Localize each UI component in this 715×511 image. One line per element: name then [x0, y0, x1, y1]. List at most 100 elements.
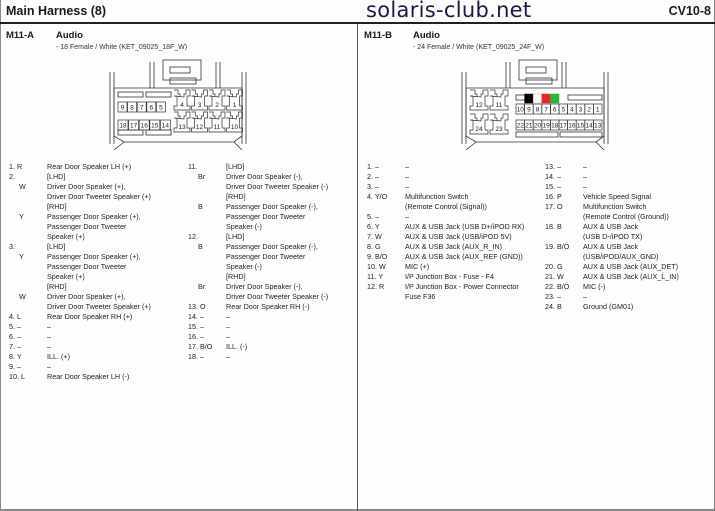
pin-number-color	[188, 182, 226, 192]
pin-label: 17	[560, 123, 568, 130]
pin-label: 13	[178, 124, 186, 131]
pin-description: AUX & USB Jack (AUX_DET)	[583, 262, 679, 271]
pin-number-color: 19. B/O	[545, 242, 570, 251]
pin-row: 11. Y I/P Junction Box - Fuse - F4	[367, 272, 524, 282]
pin-description: –	[405, 212, 409, 221]
pin-number-color	[9, 192, 47, 202]
pin-label: 18	[119, 123, 127, 130]
pin-number-color: 15. –	[188, 322, 204, 331]
pin-description: Passenger Door Speaker (+),	[47, 212, 141, 221]
pin-row: Y Passenger Door Speaker (+),	[9, 212, 151, 222]
pin-description: –	[405, 182, 409, 191]
pin-number-color	[367, 292, 405, 302]
pin-label: 22	[517, 123, 525, 130]
pin-label: 3	[579, 107, 583, 114]
pin-number-color: 8. G	[367, 242, 381, 251]
pin-number-color	[188, 292, 226, 302]
pin-description: [RHD]	[47, 202, 67, 211]
pin-row: 8. Y ILL. (+)	[9, 352, 151, 362]
pin-description: Passenger Door Tweeter	[226, 252, 306, 261]
pin-row: 7. W AUX & USB Jack (USB/iPOD 5V)	[367, 232, 524, 242]
connector-id: M11-A	[6, 30, 34, 41]
connector-name: Audio	[413, 30, 440, 41]
pin-description: Driver Door Speaker (-),	[226, 282, 303, 291]
pin-number-color: 13. O	[188, 302, 206, 311]
pin-description: (Remote Control (Ground))	[583, 212, 669, 221]
pin-number-color: 12.	[188, 232, 198, 241]
pin-description: AUX & USB Jack (AUX_R_IN)	[405, 242, 503, 251]
pin-list-column-2: 13. – – 14. – – 15. – – 16. P Vehicle Speed Sig…	[545, 162, 679, 312]
pin-row: [RHD]	[188, 272, 328, 282]
pin-label: 18	[551, 123, 559, 130]
pin-description: [RHD]	[226, 192, 246, 201]
pin-row: Passenger Door Tweeter	[9, 262, 151, 272]
pin-row: [RHD]	[9, 282, 151, 292]
pin-row: [RHD]	[188, 192, 328, 202]
pin-description: Driver Door Speaker (-),	[226, 172, 303, 181]
pin-number-color	[545, 252, 583, 262]
pin-number-color	[9, 302, 47, 312]
pin-description: Fuse F36	[405, 292, 436, 301]
pin-row: W Driver Door Speaker (+),	[9, 182, 151, 192]
pin-number-color: 2.	[9, 172, 15, 181]
pin-row: Speaker (+)	[9, 232, 151, 242]
pin-number-color: 4. L	[9, 312, 21, 321]
pin-number-color: 14. –	[188, 312, 204, 321]
pin-number-color: 9. –	[9, 362, 21, 371]
pin-number-color: 4. Y/O	[367, 192, 388, 201]
pin-row: (USB D-/iPOD TX)	[545, 232, 679, 242]
pin-label: 10	[517, 107, 525, 114]
connector-diagram-m11-b: 12 1124 2310 9 8 7 6 5 4 3 2 122 21 20 19 18 17 16 15 14 13	[461, 59, 609, 150]
connector-id: M11-B	[364, 30, 392, 41]
pin-row: Fuse F36	[367, 292, 524, 302]
pin-description: –	[47, 322, 51, 331]
pin-description: Speaker (-)	[226, 262, 262, 271]
pin-number-color: 18. B	[545, 222, 562, 231]
pin-description: Passenger Door Speaker (-),	[226, 242, 318, 251]
pin-row: 5. – –	[9, 322, 151, 332]
pin-number-color: B	[198, 202, 203, 211]
pin-description: –	[405, 172, 409, 181]
connector-panel-m11-a: M11-A Audio - 18 Female / White (KET_090…	[0, 24, 357, 509]
pin-number-color	[9, 262, 47, 272]
pin-label: 16	[568, 123, 576, 130]
pin-label: 8	[130, 105, 134, 112]
pin-row: 1. R Rear Door Speaker LH (+)	[9, 162, 151, 172]
pin-number-color	[188, 262, 226, 272]
pin-description: MIC (-)	[583, 282, 606, 291]
pin-label: 3	[198, 102, 202, 109]
pin-row: 18. B AUX & USB Jack	[545, 222, 679, 232]
pin-number-color: 11.	[188, 162, 198, 171]
pin-description: Vehicle Speed Signal	[583, 192, 651, 201]
pin-row: (Remote Control (Ground))	[545, 212, 679, 222]
page-code: CV10-8	[668, 4, 711, 18]
pin-number-color: 5. –	[367, 212, 379, 221]
pin-label: 9	[527, 107, 531, 114]
pin-row: 4. Y/O Multifunction Switch	[367, 192, 524, 202]
pin-number-color: 3.	[9, 242, 15, 251]
pin-row: 20. G AUX & USB Jack (AUX_DET)	[545, 262, 679, 272]
pin-number-color	[188, 222, 226, 232]
pin-row: B Passenger Door Speaker (-),	[188, 242, 328, 252]
connector-diagram-m11-a: 9 8 7 6 5 18 17 16 15 14 4 3 2 1 13 12 11 10	[109, 59, 247, 150]
pin-number-color: 14. –	[545, 172, 561, 181]
pin-number-color: 5. –	[9, 322, 21, 331]
pin-label: 23	[495, 126, 503, 133]
pin-row: Driver Door Tweeter Speaker (-)	[188, 182, 328, 192]
pin-description: Speaker (+)	[47, 232, 85, 241]
pin-row: Speaker (+)	[9, 272, 151, 282]
pin-number-color: Y	[19, 212, 24, 221]
pin-row: Passenger Door Tweeter	[188, 212, 328, 222]
pin-description: Speaker (-)	[226, 222, 262, 231]
pin-number-color: 3. –	[367, 182, 379, 191]
pin-label: 11	[496, 102, 503, 109]
pin-row: Driver Door Tweeter Speaker (+)	[9, 192, 151, 202]
pin-row: 16. P Vehicle Speed Signal	[545, 192, 679, 202]
pin-number-color	[188, 252, 226, 262]
pin-row: Y Passenger Door Speaker (+),	[9, 252, 151, 262]
pin-number-color	[9, 222, 47, 232]
pin-row: 2. – –	[367, 172, 524, 182]
pin-row: Passenger Door Tweeter	[188, 252, 328, 262]
page-title: Main Harness (8)	[6, 4, 107, 18]
pin-description: Driver Door Tweeter Speaker (-)	[226, 182, 329, 191]
